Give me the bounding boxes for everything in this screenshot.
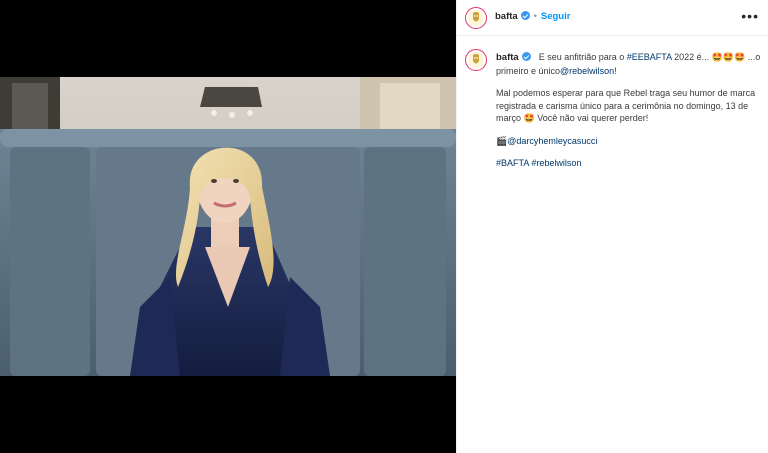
hashtag-bafta[interactable]: #BAFTA: [496, 158, 529, 168]
verified-badge-icon: [520, 11, 530, 20]
caption-text-3: !: [614, 65, 617, 76]
post-media[interactable]: [0, 0, 456, 453]
caption-paragraph-1: bafta E seu anfitrião para o #EEBAFTA 202…: [496, 51, 764, 77]
bafta-mask-icon: [468, 10, 484, 26]
post-header: bafta • Seguir •••: [457, 0, 768, 36]
author-avatar[interactable]: [465, 7, 487, 29]
caption-avatar[interactable]: [465, 49, 487, 71]
mention-photographer[interactable]: @darcyhemleycasucci: [507, 136, 597, 146]
post-photo[interactable]: [0, 77, 456, 376]
caption-username[interactable]: bafta: [496, 52, 519, 63]
caption-hashtags: #BAFTA #rebelwilson: [496, 157, 764, 170]
more-options-icon[interactable]: •••: [741, 9, 759, 23]
follow-button[interactable]: Seguir: [541, 11, 571, 22]
hashtag-eebafta[interactable]: #EEBAFTA: [627, 52, 672, 62]
mention-rebelwilson[interactable]: @rebelwilson: [560, 66, 614, 76]
caption-body: bafta E seu anfitrião para o #EEBAFTA 202…: [496, 51, 764, 180]
bafta-mask-icon: [468, 52, 484, 68]
caption-credit: 🎬@darcyhemleycasucci: [496, 135, 764, 148]
portrait-photo: [0, 77, 456, 376]
caption-text-1: E seu anfitrião para o: [538, 52, 627, 62]
author-username[interactable]: bafta: [495, 11, 518, 22]
verified-badge-icon: [521, 52, 531, 61]
caption-paragraph-2: Mal podemos esperar para que Rebel traga…: [496, 88, 756, 123]
separator-dot: •: [533, 11, 537, 21]
author-line: bafta • Seguir: [495, 11, 570, 22]
clapper-icon: 🎬: [496, 135, 508, 146]
hashtag-rebelwilson[interactable]: #rebelwilson: [531, 158, 581, 168]
post-sidebar: bafta • Seguir ••• bafta E seu anfitrião pa…: [456, 0, 768, 453]
